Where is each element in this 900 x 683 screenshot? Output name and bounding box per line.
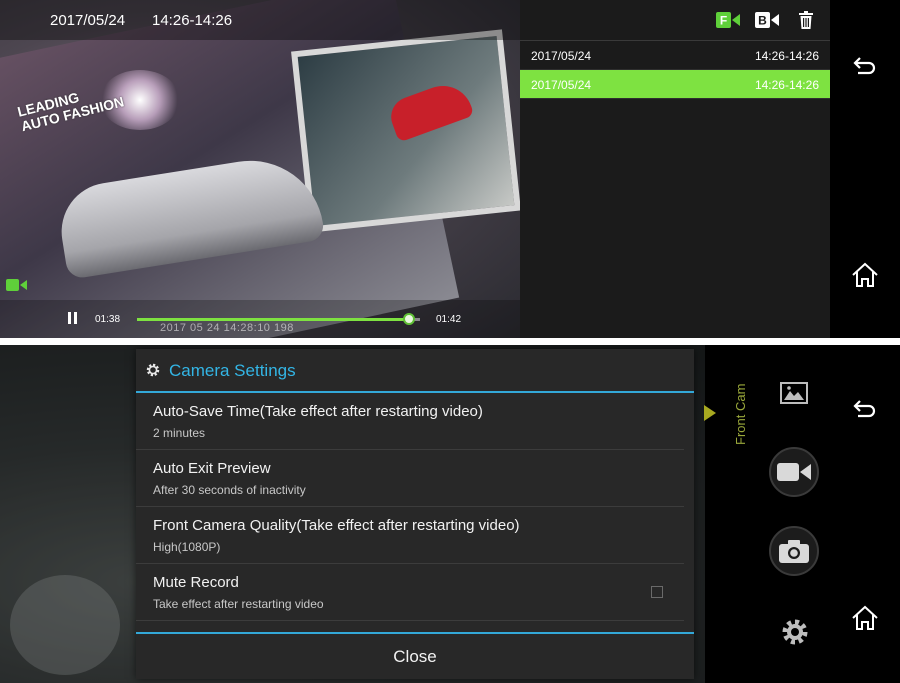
seek-bar[interactable] [137,318,420,321]
setting-auto-save-time[interactable]: Auto-Save Time(Take effect after restart… [136,393,684,450]
camera-settings-dialog: Camera Settings Auto-Save Time(Take effe… [136,349,694,679]
setting-summary: Take effect after restarting video [153,597,324,611]
settings-gear-icon[interactable] [780,617,810,647]
dialog-title: Camera Settings [169,361,296,380]
camera-settings-screen: Camera Settings Auto-Save Time(Take effe… [0,345,900,683]
playback-controls: 01:38 2017 05 24 14:28:10 198 01:42 [0,300,520,338]
dialog-footer: Close [136,632,694,681]
back-files-label: B [758,14,767,28]
file-date: 2017/05/24 [531,78,592,92]
camera-control-panel [705,345,830,683]
setting-title: Auto-Save Time(Take effect after restart… [153,403,483,420]
setting-title: Front Camera Quality(Take effect after r… [153,517,520,534]
back-button[interactable] [850,50,880,80]
back-button[interactable] [850,393,880,423]
back-arrow-icon [853,400,876,418]
file-list-header: F B [520,0,830,41]
setting-front-camera-quality[interactable]: Front Camera Quality(Take effect after r… [136,507,684,564]
setting-title: Auto Exit Preview [153,460,271,477]
file-list-panel: F B 2017/05/24 14:26-14:26 2017/05/24 14… [520,0,830,338]
setting-title: Mute Record [153,574,239,591]
pause-icon[interactable] [68,312,78,324]
back-arrow-icon [853,57,876,75]
home-button[interactable] [850,603,880,633]
gallery-icon[interactable] [780,382,808,404]
setting-auto-exit-preview[interactable]: Auto Exit Preview After 30 seconds of in… [136,450,684,507]
current-time: 01:38 [95,314,121,325]
trash-icon[interactable] [799,11,813,29]
front-files-label: F [720,14,727,28]
take-photo-button[interactable] [769,526,819,576]
file-list-item-selected[interactable]: 2017/05/24 14:26-14:26 [520,70,830,99]
playback-screen: LEADING AUTO FASHION 2017/05/24 14:26-14… [0,0,900,338]
setting-summary: After 30 seconds of inactivity [153,483,306,497]
video-timestamp-overlay: 2017 05 24 14:28:10 198 [160,322,294,334]
file-date: 2017/05/24 [531,49,592,63]
seek-bar-handle[interactable] [402,313,415,325]
setting-summary: 2 minutes [153,426,206,440]
record-video-button[interactable] [769,447,819,497]
dialog-header: Camera Settings [136,349,694,393]
video-view[interactable]: LEADING AUTO FASHION 2017/05/24 14:26-14… [0,0,520,338]
photo-camera-icon [779,540,809,563]
video-camera-icon [777,463,811,481]
nav-strip [830,0,900,338]
home-icon [852,262,878,287]
close-button[interactable]: Close [136,634,694,679]
video-time-range: 14:26-14:26 [152,12,233,29]
home-icon [852,605,878,630]
file-list-item[interactable]: 2017/05/24 14:26-14:26 [520,41,830,70]
setting-summary: High(1080P) [153,540,221,554]
seek-bar-progress [137,318,409,321]
mute-record-checkbox[interactable] [651,586,663,598]
home-button[interactable] [850,260,880,290]
back-files-icon[interactable]: B [755,11,779,29]
video-date: 2017/05/24 [50,12,126,29]
front-camera-badge-icon [6,279,27,291]
camera-indicator-arrow-icon [704,405,716,421]
file-time: 14:26-14:26 [754,49,819,63]
settings-gear-icon [146,363,160,377]
file-time: 14:26-14:26 [754,78,819,92]
front-files-icon[interactable]: F [716,11,740,29]
setting-mute-record[interactable]: Mute Record Take effect after restarting… [136,564,684,621]
front-cam-label[interactable]: Front Cam [733,384,748,445]
end-time: 01:42 [436,314,462,325]
